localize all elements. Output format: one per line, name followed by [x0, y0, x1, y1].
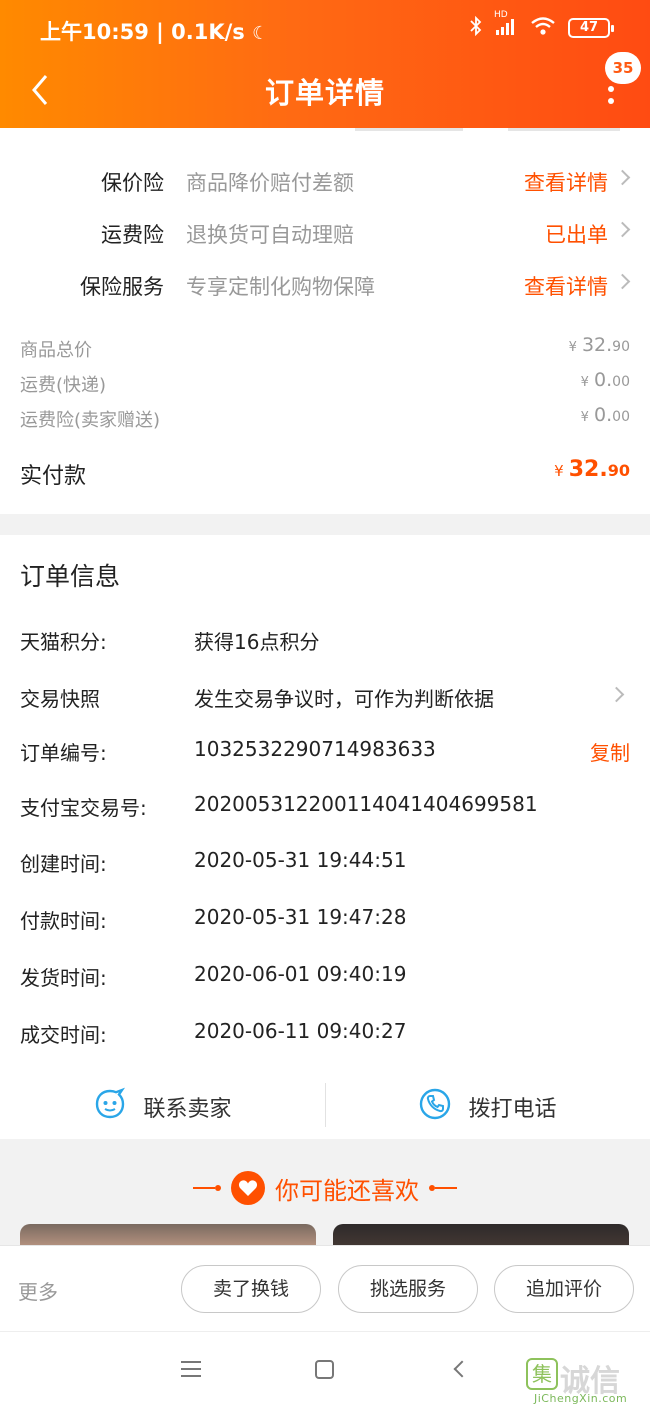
info-value: 2020-05-31 19:44:51	[194, 848, 407, 872]
chat-bubble-icon	[93, 1087, 127, 1127]
info-label: 成交时间:	[20, 1023, 107, 1047]
select-service-button[interactable]: 挑选服务	[338, 1265, 478, 1313]
insurance-desc: 退换货可自动理赔	[186, 223, 354, 247]
info-value: 获得16点积分	[194, 630, 320, 654]
info-label: 创建时间:	[20, 852, 107, 876]
info-label: 发货时间:	[20, 966, 107, 990]
insurance-label: 保险服务	[80, 275, 164, 299]
info-row-paid: 付款时间: 2020-05-31 19:47:28	[20, 901, 630, 933]
copy-button[interactable]: 复制	[590, 737, 630, 766]
divider	[508, 128, 620, 131]
section-title: 订单信息	[20, 562, 121, 591]
info-label: 支付宝交易号:	[20, 796, 147, 820]
info-label: 付款时间:	[20, 909, 107, 933]
info-row-shipped: 发货时间: 2020-06-01 09:40:19	[20, 958, 630, 990]
info-row-alipay-number: 支付宝交易号: 2020053122001140414046995​81	[20, 788, 630, 820]
total-paid-label: 实付款	[20, 464, 87, 489]
price-label: 运费险(卖家赠送)	[20, 410, 161, 431]
watermark-logo: 集 诚信 JiChengXin.com	[526, 1356, 646, 1406]
message-badge[interactable]: 35	[605, 52, 641, 84]
recommend-label: 你可能还喜欢	[275, 1176, 419, 1205]
decorative-dash	[429, 1185, 457, 1191]
price-value: ¥ 32.90	[568, 334, 630, 356]
info-label: 订单编号:	[20, 741, 107, 765]
nav-bar: 订单详情	[0, 60, 650, 120]
chevron-right-icon	[614, 169, 631, 186]
info-row-completed: 成交时间: 2020-06-11 09:40:27	[20, 1015, 630, 1047]
signal-icon: HD	[494, 10, 518, 40]
wifi-icon	[530, 16, 556, 40]
status-time: 上午10:59	[40, 20, 149, 44]
call-phone-label: 拨打电话	[468, 1097, 557, 1122]
page-title: 订单详情	[264, 76, 385, 110]
insurance-desc: 商品降价赔付差额	[186, 171, 354, 195]
chevron-right-icon	[614, 273, 631, 290]
info-row-created: 创建时间: 2020-05-31 19:44:51	[20, 844, 630, 876]
info-value: 发生交易争议时，可作为判断依据	[194, 687, 494, 711]
contact-seller-button[interactable]: 联系卖家	[0, 1075, 325, 1139]
price-label: 商品总价	[20, 340, 92, 361]
price-row-goods-total: 商品总价 ¥ 32.90	[20, 332, 630, 362]
watermark-mark: 集	[526, 1358, 558, 1390]
chevron-right-icon	[614, 221, 631, 238]
status-bar: 上午10:59 | 0.1K/s ☾ HD 47	[0, 0, 650, 60]
menu-icon[interactable]	[181, 1361, 201, 1377]
price-row-shipping-insurance: 运费险(卖家赠送) ¥ 0.00	[20, 402, 630, 432]
decorative-dash	[193, 1185, 221, 1191]
network-type: HD	[494, 10, 508, 20]
info-row-snapshot[interactable]: 交易快照 发生交易争议时，可作为判断依据	[20, 679, 630, 711]
add-review-button[interactable]: 追加评价	[494, 1265, 634, 1313]
call-phone-button[interactable]: 拨打电话	[325, 1075, 650, 1139]
insurance-label: 保价险	[101, 171, 164, 195]
sell-for-cash-button[interactable]: 卖了换钱	[181, 1265, 321, 1313]
order-number: 1032532290714983633	[194, 737, 436, 761]
order-info-card: 订单信息 天猫积分: 获得16点积分 交易快照 发生交易争议时，可作为判断依据 …	[0, 535, 650, 1139]
header: 上午10:59 | 0.1K/s ☾ HD 47 订单详情 35	[0, 0, 650, 128]
home-icon[interactable]	[315, 1360, 334, 1379]
info-row-order-number: 订单编号: 1032532290714983633 复制	[20, 733, 630, 765]
contact-bar: 联系卖家 拨打电话	[0, 1075, 650, 1139]
price-value: ¥ 0.00	[580, 369, 630, 391]
insurance-label: 运费险	[101, 223, 164, 247]
view-details-link[interactable]: 查看详情	[524, 167, 608, 197]
back-icon[interactable]	[453, 1360, 471, 1378]
recommend-title: 你可能还喜欢	[0, 1166, 650, 1210]
contact-seller-label: 联系卖家	[143, 1097, 232, 1122]
watermark-url: JiChengXin.com	[534, 1392, 628, 1405]
info-value: 2020-06-11 09:40:27	[194, 1019, 407, 1043]
total-paid-value: ¥ 32.90	[554, 457, 630, 482]
insurance-row-price-protection[interactable]: 保价险 商品降价赔付差额 查看详情	[0, 155, 650, 207]
battery-icon: 47	[568, 18, 614, 38]
price-value: ¥ 0.00	[580, 404, 630, 426]
phone-icon	[418, 1087, 452, 1127]
info-value: 2020053122001140414046995​81	[194, 792, 538, 816]
info-value: 2020-05-31 19:47:28	[194, 905, 407, 929]
price-label: 运费(快递)	[20, 375, 107, 396]
info-value: 2020-06-01 09:40:19	[194, 962, 407, 986]
heart-icon	[231, 1171, 265, 1205]
view-details-link[interactable]: 查看详情	[524, 271, 608, 301]
info-label: 交易快照	[20, 687, 100, 711]
insurance-row-shipping[interactable]: 运费险 退换货可自动理赔 已出单	[0, 207, 650, 259]
status-speed: 0.1K/s	[171, 20, 245, 44]
bluetooth-icon	[470, 15, 482, 40]
price-row-shipping: 运费(快递) ¥ 0.00	[20, 367, 630, 397]
divider	[355, 128, 463, 131]
more-button[interactable]: 更多	[18, 1276, 58, 1305]
bottom-action-bar: 更多 卖了换钱 挑选服务 追加评价	[0, 1245, 650, 1331]
info-row-points: 天猫积分: 获得16点积分	[20, 622, 630, 654]
insurance-row-service[interactable]: 保险服务 专享定制化购物保障 查看详情	[0, 259, 650, 311]
insurance-desc: 专享定制化购物保障	[186, 275, 375, 299]
info-label: 天猫积分:	[20, 630, 107, 654]
price-card: 保价险 商品降价赔付差额 查看详情 运费险 退换货可自动理赔 已出单 保险服务 …	[0, 128, 650, 514]
issued-link[interactable]: 已出单	[545, 219, 608, 249]
chevron-right-icon	[608, 686, 625, 703]
moon-icon: ☾	[252, 23, 269, 44]
